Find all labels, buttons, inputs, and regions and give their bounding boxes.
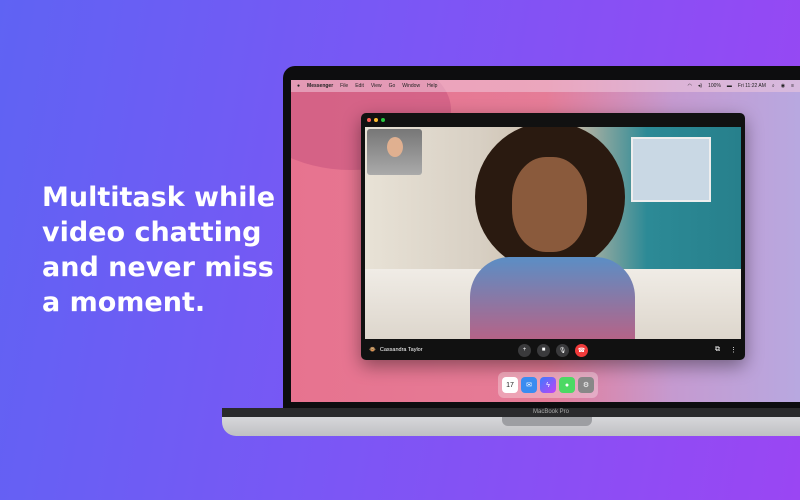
dock-mail[interactable]: ✉ — [521, 377, 537, 393]
battery-percent[interactable]: 100% — [708, 83, 721, 89]
video-camera-icon: ■ — [541, 347, 546, 353]
end-call-button[interactable]: ☎ — [575, 343, 588, 357]
call-controls: 🐵 Cassandra Taylor + ■ 🎙 ☎ ⧉ ⋮ — [361, 340, 745, 360]
menu-view[interactable]: View — [371, 83, 382, 89]
clock[interactable]: Fri 11:22 AM — [738, 83, 766, 89]
control-center-icon[interactable]: ≡ — [791, 83, 794, 89]
search-icon[interactable]: ⌕ — [772, 83, 775, 89]
battery-icon: ▬ — [726, 83, 732, 89]
zoom-button[interactable] — [381, 118, 385, 122]
menu-window[interactable]: Window — [402, 83, 420, 89]
video-toggle-button[interactable]: ■ — [537, 343, 550, 357]
more-options-icon[interactable]: ⋮ — [730, 346, 737, 354]
caller-name: Cassandra Taylor — [379, 347, 423, 353]
wifi-icon[interactable]: ◠ — [688, 83, 692, 89]
dock-system-preferences[interactable]: ⚙ — [578, 377, 594, 393]
add-person-button[interactable]: + — [518, 343, 531, 357]
remote-person-face — [512, 157, 587, 252]
minimize-button[interactable] — [374, 118, 378, 122]
self-view-video[interactable] — [367, 129, 422, 175]
dock-messages[interactable]: ● — [559, 377, 575, 393]
menu-bar: ● Messenger File Edit View Go Window Hel… — [291, 80, 800, 92]
wall-art — [631, 137, 711, 202]
mac-screen: ● Messenger File Edit View Go Window Hel… — [291, 80, 800, 402]
pip-icon[interactable]: ⧉ — [715, 346, 720, 354]
device-label: MacBook Pro — [532, 409, 569, 415]
menu-edit[interactable]: Edit — [355, 83, 364, 89]
volume-icon[interactable]: ◂) — [698, 83, 702, 89]
add-person-icon: + — [522, 347, 527, 353]
remote-video — [365, 127, 741, 339]
menu-app[interactable]: Messenger — [307, 83, 333, 89]
siri-icon[interactable]: ◉ — [781, 83, 785, 89]
phone-hangup-icon: ☎ — [577, 347, 586, 354]
headline: Multitask while video chatting and never… — [42, 182, 276, 318]
apple-icon[interactable]: ● — [297, 83, 300, 89]
remote-person-body — [470, 257, 635, 339]
laptop-base: MacBook Pro — [222, 408, 800, 436]
microphone-icon: 🎙 — [558, 347, 567, 354]
dock-messenger[interactable]: ϟ — [540, 377, 556, 393]
dock: 17 ✉ ϟ ● ⚙ — [498, 372, 598, 398]
video-call-window: 🐵 Cassandra Taylor + ■ 🎙 ☎ ⧉ ⋮ — [361, 113, 745, 360]
menu-go[interactable]: Go — [389, 83, 396, 89]
mute-button[interactable]: 🎙 — [556, 343, 569, 357]
menu-help[interactable]: Help — [427, 83, 437, 89]
window-controls — [367, 118, 385, 122]
caller-avatar: 🐵 — [369, 347, 376, 353]
laptop-notch — [502, 417, 592, 426]
close-button[interactable] — [367, 118, 371, 122]
dock-calendar[interactable]: 17 — [502, 377, 518, 393]
menu-file[interactable]: File — [340, 83, 348, 89]
